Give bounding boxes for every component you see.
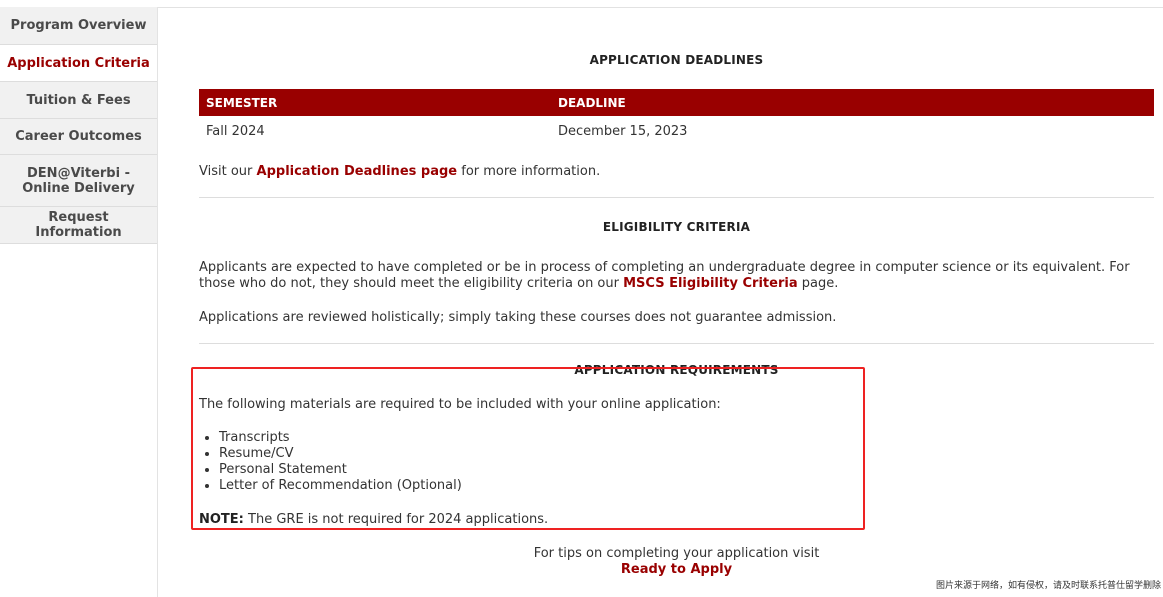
sidebar-item-den-viterbi[interactable]: DEN@Viterbi - Online Delivery [0,155,157,207]
requirements-heading: APPLICATION REQUIREMENTS [574,363,779,377]
sidebar-item-label: Application Criteria [7,55,150,71]
mscs-eligibility-link[interactable]: MSCS Eligibility Criteria [623,276,798,291]
sidebar-item-label: DEN@Viterbi - Online Delivery [22,165,135,196]
list-item: Personal Statement [219,462,462,478]
cell-semester: Fall 2024 [206,123,265,139]
sidebar-item-label: Career Outcomes [15,129,142,144]
sidebar-item-label: Request Information [35,210,122,240]
gre-note: NOTE: The GRE is not required for 2024 a… [199,512,1144,528]
visit-suffix: for more information. [457,164,601,179]
section-divider [199,343,1154,344]
header-deadline: DEADLINE [558,95,626,110]
deadlines-visit-text: Visit our Application Deadlines page for… [199,164,1144,180]
list-item: Resume/CV [219,446,462,462]
section-divider [199,197,1154,198]
deadlines-heading: APPLICATION DEADLINES [589,53,764,67]
sidebar-item-label: Program Overview [10,18,147,33]
deadlines-table: SEMESTER DEADLINE Fall 2024 December 15,… [199,89,1154,146]
requirements-list: Transcripts Resume/CV Personal Statement… [199,430,462,494]
sidebar-item-program-overview[interactable]: Program Overview [0,7,157,45]
tips-text: For tips on completing your application … [533,546,820,561]
tips-block: For tips on completing your application … [199,546,1154,578]
watermark-text: 图片来源于网络，如有侵权，请及时联系托普仕留学删除 [935,581,1161,591]
note-label: NOTE: [199,512,244,527]
table-header-row: SEMESTER DEADLINE [199,89,1154,116]
holistic-review-text: Applications are reviewed holistically; … [199,310,837,325]
ready-to-apply-link[interactable]: Ready to Apply [621,562,732,577]
sidebar-item-career-outcomes[interactable]: Career Outcomes [0,119,157,155]
eligibility-paragraph: Applicants are expected to have complete… [199,260,1144,292]
note-text: The GRE is not required for 2024 applica… [243,512,549,527]
sidebar-nav: Program Overview Application Criteria Tu… [0,7,158,597]
sidebar-item-request-information[interactable]: Request Information [0,207,157,244]
table-row: Fall 2024 December 15, 2023 [199,116,1154,146]
visit-prefix: Visit our [199,164,257,179]
cell-deadline: December 15, 2023 [558,123,688,139]
list-item: Letter of Recommendation (Optional) [219,478,462,494]
sidebar-item-application-criteria[interactable]: Application Criteria [0,45,157,82]
requirements-intro: The following materials are required to … [199,397,721,412]
eligibility-suffix: page. [797,276,839,291]
sidebar-item-label: Tuition & Fees [26,92,131,108]
eligibility-heading: ELIGIBILITY CRITERIA [602,220,751,234]
header-semester: SEMESTER [206,95,278,110]
list-item: Transcripts [219,430,462,446]
sidebar-item-tuition-fees[interactable]: Tuition & Fees [0,82,157,119]
application-deadlines-link[interactable]: Application Deadlines page [257,164,458,179]
top-divider [158,7,1163,8]
